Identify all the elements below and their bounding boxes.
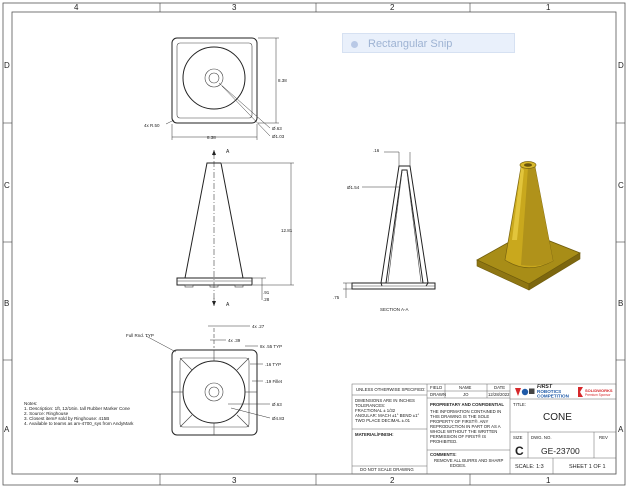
front-view-base-dim: .91 xyxy=(263,290,270,295)
front-view-marker-top: A xyxy=(226,149,230,155)
tb-size-value: C xyxy=(515,444,524,458)
tb-sheet: SHEET 1 OF 1 xyxy=(569,464,606,470)
tb-dwg-value: GE-23700 xyxy=(541,446,580,456)
notes-line-4: 4. Available to teams as am-4700_sys fro… xyxy=(24,421,134,426)
zone-row-b-right: B xyxy=(618,299,623,308)
zone-col-1-top: 1 xyxy=(546,3,551,12)
zone-col-2-top: 2 xyxy=(390,3,395,12)
cone-isometric xyxy=(476,161,581,291)
zone-col-3-top: 3 xyxy=(232,3,237,12)
front-view-height-dim: 12.81 xyxy=(281,228,293,233)
bottom-dim-b: 4x .39 xyxy=(228,338,241,343)
zone-col-4-bottom: 4 xyxy=(74,476,79,485)
drawing-sheet: 4 3 2 1 4 3 2 1 D C B A D C B A 8.38 8.3… xyxy=(0,0,628,489)
zone-row-a-left: A xyxy=(4,425,10,434)
top-view xyxy=(165,37,279,140)
logo-solidworks-sub: Premium Sponsor xyxy=(585,393,611,397)
top-view-inner-dia: Ø.63 xyxy=(272,126,282,131)
zone-col-2-bottom: 2 xyxy=(390,476,395,485)
section-dia-dim: Ø1.54 xyxy=(347,185,360,190)
top-view-width-dim: 8.38 xyxy=(207,135,216,140)
bottom-dim-e: .19 Fillet xyxy=(265,379,283,384)
zone-row-d-left: D xyxy=(4,61,10,70)
zone-row-c-right: C xyxy=(618,181,624,190)
tb-comment-2: EDGES. xyxy=(450,463,466,468)
section-base-dim: .75 xyxy=(333,295,340,300)
bottom-view xyxy=(145,325,271,436)
bottom-dim-a: 4x .27 xyxy=(252,324,265,329)
section-label: SECTION A-A xyxy=(380,307,409,312)
tb-comments: COMMENTS: xyxy=(430,452,457,457)
bottom-dim-f: Ø.63 xyxy=(272,402,282,407)
tb-dims-5: TWO PLACE DECIMAL ±.01 xyxy=(355,418,411,423)
bottom-dim-c: 8x .55 TYP xyxy=(260,344,282,349)
section-top-dim: .16 xyxy=(373,148,380,153)
zone-col-1-bottom: 1 xyxy=(546,476,551,485)
bottom-dim-g: Ø4.83 xyxy=(272,416,285,421)
bottom-fullrnd-label: Full Rnd. TYP xyxy=(126,333,154,338)
tb-drawn-label: DRAWN xyxy=(430,392,446,397)
snip-icon xyxy=(351,40,358,48)
zone-row-c-left: C xyxy=(4,181,10,190)
zone-col-4-top: 4 xyxy=(74,3,79,12)
solidworks-logo-icon xyxy=(578,387,583,397)
rectangular-snip-overlay[interactable]: Rectangular Snip xyxy=(342,33,515,53)
first-logo-icon xyxy=(515,388,535,396)
tb-header-name: NAME xyxy=(459,385,472,390)
zone-row-b-left: B xyxy=(4,299,9,308)
tb-rev-label: REV xyxy=(599,435,608,440)
top-view-radius-dim: 4x R.50 xyxy=(144,123,160,128)
snip-label: Rectangular Snip xyxy=(368,38,453,50)
tb-prop-7: PROHIBITED. xyxy=(430,439,457,444)
tb-comment-1: REMOVE ALL BURRS AND SHARP xyxy=(434,458,503,463)
top-view-outer-dia: Ø1.03 xyxy=(272,134,285,139)
tb-drawn-date: 12/28/2022 xyxy=(488,392,510,397)
tb-material: MATERIAL/FINISH: xyxy=(355,432,394,437)
tb-size-label: SIZE xyxy=(513,435,523,440)
tb-dwg-label: DWG. NO. xyxy=(531,435,552,440)
tb-header-date: DATE xyxy=(494,385,505,390)
drawing-canvas: 4 3 2 1 4 3 2 1 D C B A D C B A 8.38 8.3… xyxy=(2,2,626,486)
tb-title-label: TITLE: xyxy=(513,402,526,407)
tb-proprietary: PROPRIETARY AND CONFIDENTIAL xyxy=(430,402,504,407)
zone-row-a-right: A xyxy=(618,425,624,434)
zone-row-d-right: D xyxy=(618,61,624,70)
tb-do-not-scale: DO NOT SCALE DRAWING xyxy=(360,467,414,472)
tb-title-value: CONE xyxy=(543,412,572,423)
front-view-marker-bottom: A xyxy=(226,302,230,308)
top-view-height-dim: 8.38 xyxy=(278,78,287,83)
logo-competition: COMPETITION xyxy=(537,394,570,399)
bottom-dim-d: .16 TYP xyxy=(265,362,281,367)
front-view-base-dim-2: .28 xyxy=(263,297,270,302)
section-view xyxy=(343,151,436,298)
tb-drawn-name: JO xyxy=(463,392,469,397)
zone-col-3-bottom: 3 xyxy=(232,476,237,485)
front-view xyxy=(176,150,294,306)
tb-header-field: FIELD xyxy=(430,385,442,390)
tb-unless: UNLESS OTHERWISE SPECIFIED: xyxy=(356,387,425,392)
tb-scale: SCALE: 1:3 xyxy=(515,464,544,470)
